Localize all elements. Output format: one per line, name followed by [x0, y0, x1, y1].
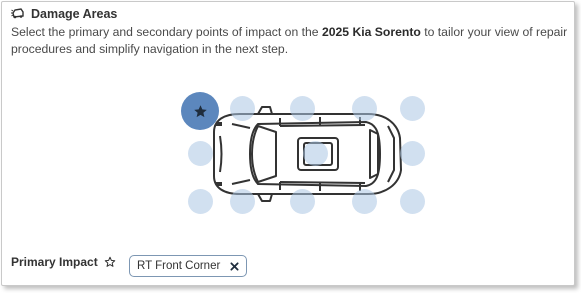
impact-map	[178, 88, 434, 222]
star-filled-icon	[193, 104, 207, 117]
section-title: Damage Areas	[31, 7, 118, 21]
primary-impact-chip: RT Front Corner	[129, 255, 248, 277]
star-outline-icon[interactable]	[104, 256, 116, 268]
impact-point-row2-col3[interactable]	[303, 141, 328, 166]
impact-point-row1-col4[interactable]	[352, 96, 377, 121]
chip-label: RT Front Corner	[137, 260, 221, 272]
impact-point-row1-col3[interactable]	[290, 96, 315, 121]
impact-point-row3-col3[interactable]	[290, 189, 315, 214]
impact-point-row1-col2[interactable]	[230, 96, 255, 121]
impact-point-row3-col2[interactable]	[230, 189, 255, 214]
impact-point-row1-col5[interactable]	[400, 96, 425, 121]
description-text-before: Select the primary and secondary points …	[11, 25, 322, 39]
impact-point-row3-col4[interactable]	[352, 189, 377, 214]
primary-impact-label: Primary Impact	[11, 255, 98, 269]
impact-point-row2-col5[interactable]	[400, 141, 425, 166]
impact-point-row2-col1[interactable]	[188, 141, 213, 166]
section-description: Select the primary and secondary points …	[11, 24, 571, 58]
impact-point-front-right-corner[interactable]	[181, 92, 219, 130]
damage-areas-header: Damage Areas	[11, 7, 117, 21]
car-crash-icon	[11, 8, 24, 19]
impact-point-row3-col5[interactable]	[400, 189, 425, 214]
impact-point-row3-col1[interactable]	[188, 189, 213, 214]
primary-impact-row: Primary Impact	[11, 255, 116, 269]
close-icon[interactable]	[230, 261, 239, 271]
vehicle-name: 2025 Kia Sorento	[321, 25, 421, 39]
damage-areas-panel: Damage Areas Select the primary and seco…	[1, 1, 575, 286]
